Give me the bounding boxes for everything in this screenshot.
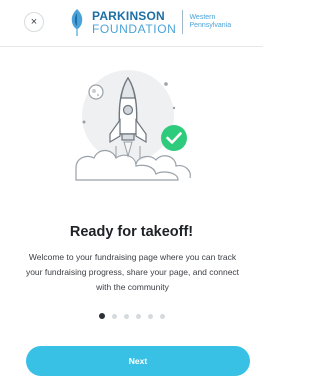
close-icon: × bbox=[30, 16, 38, 28]
next-button[interactable]: Next bbox=[26, 346, 250, 376]
close-button[interactable]: × bbox=[24, 12, 44, 32]
pager-dot-1[interactable] bbox=[98, 313, 105, 319]
logo-divider bbox=[182, 10, 184, 34]
pager-dot-4[interactable] bbox=[135, 313, 141, 319]
rocket-launch-illustration bbox=[75, 70, 191, 181]
planet-small bbox=[88, 84, 104, 100]
logo-wordmark: PARKINSON FOUNDATION bbox=[92, 10, 176, 35]
header: × PARKINSON FOUNDATION Western Pennsylva… bbox=[0, 0, 263, 47]
logo-region-line-2: Pennsylvania bbox=[189, 22, 232, 29]
logo-region-line-1: Western bbox=[189, 13, 216, 21]
onboarding-screen: × PARKINSON FOUNDATION Western Pennsylva… bbox=[0, 0, 263, 386]
star-icon bbox=[164, 82, 168, 86]
page-title: Ready for takeoff! bbox=[69, 224, 194, 240]
logo-line-1: PARKINSON bbox=[92, 8, 165, 23]
pager-dot-3[interactable] bbox=[123, 313, 129, 319]
pager-dot-5[interactable] bbox=[147, 313, 153, 319]
cloud bbox=[75, 149, 179, 181]
pager-dot-2[interactable] bbox=[111, 313, 117, 319]
next-button-label: Next bbox=[128, 356, 148, 366]
logo: PARKINSON FOUNDATION Western Pennsylvani… bbox=[68, 5, 231, 39]
tulip-logo-icon bbox=[71, 9, 83, 36]
logo-line-2: FOUNDATION bbox=[92, 21, 177, 36]
page-description: Welcome to your fundraising page where y… bbox=[25, 252, 240, 292]
pager-dots bbox=[0, 312, 263, 320]
logo-region: Western Pennsylvania bbox=[189, 14, 231, 30]
pager-dot-6[interactable] bbox=[159, 313, 165, 319]
check-badge-icon bbox=[161, 125, 187, 151]
